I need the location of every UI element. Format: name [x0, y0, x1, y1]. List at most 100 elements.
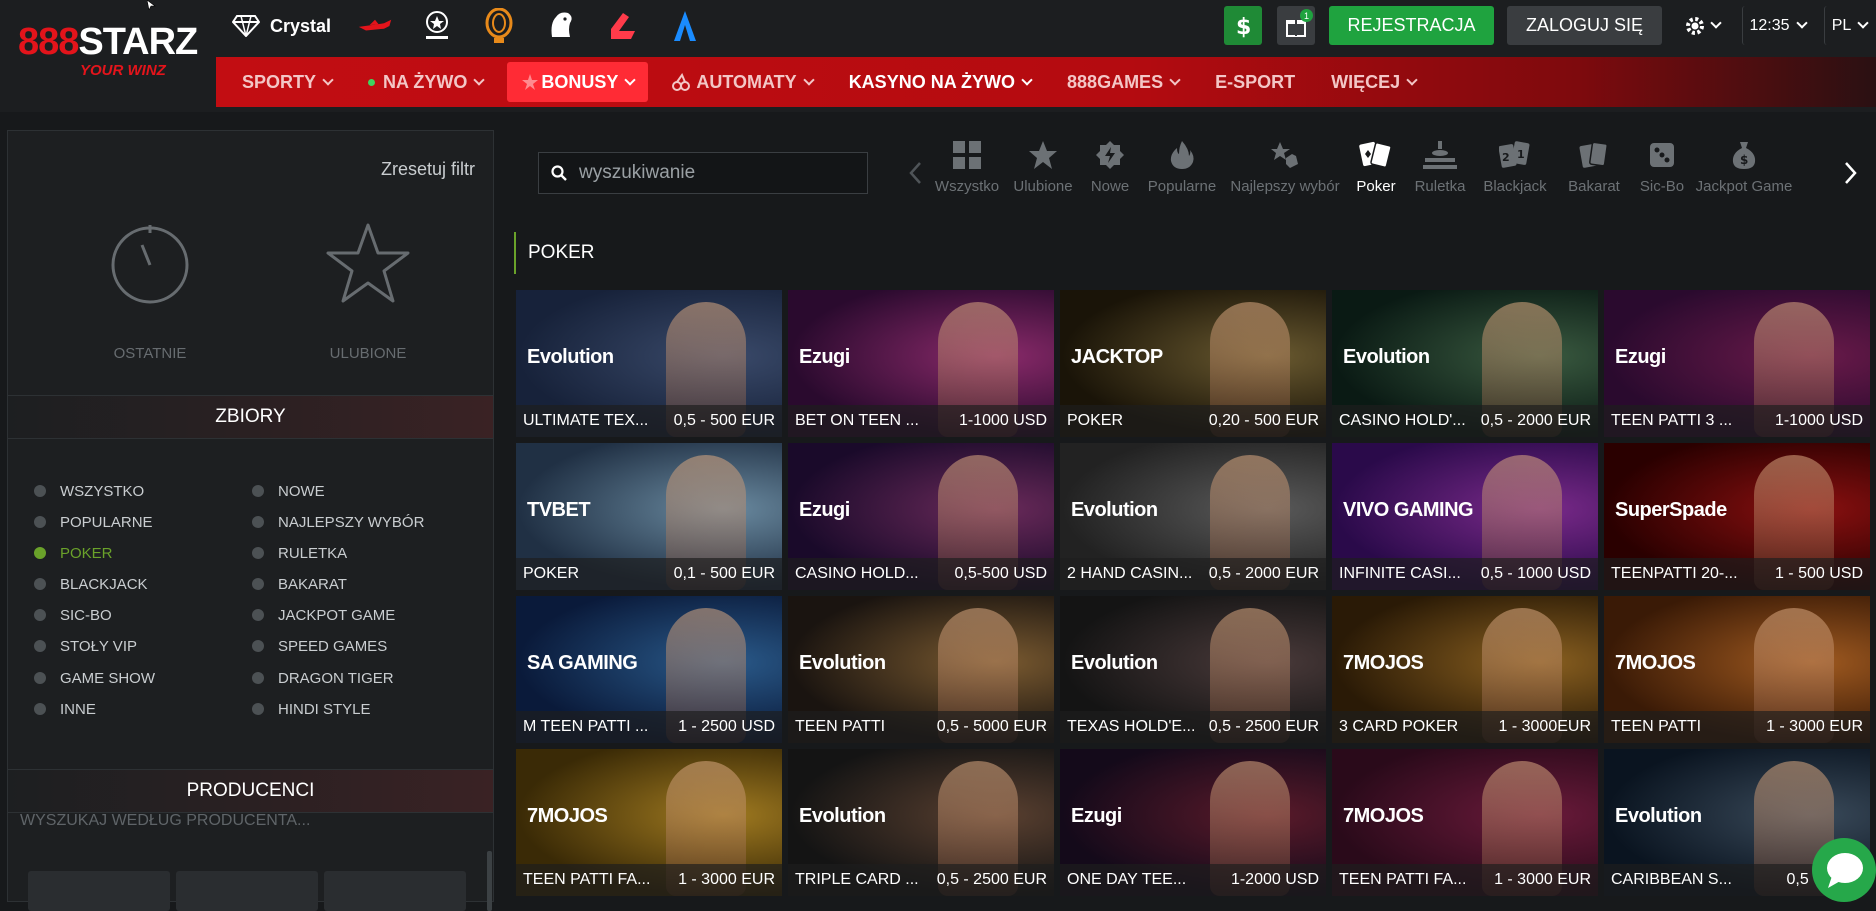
game-card[interactable]: TVBET POKER 0,1 - 500 EUR: [516, 443, 782, 590]
favorites-button[interactable]: ULUBIONE: [298, 221, 438, 362]
collection-item-wszystko[interactable]: WSZYSTKO: [34, 481, 144, 501]
category-bakarat[interactable]: Bakarat: [1556, 140, 1632, 210]
sidebar-scrollbar[interactable]: [487, 851, 492, 911]
game-card[interactable]: 7MOJOS 3 CARD POKER 1 - 3000EUR: [1332, 596, 1598, 743]
collection-label: POPULARNE: [60, 513, 153, 531]
game-card[interactable]: 7MOJOS TEEN PATTI 1 - 3000 EUR: [1604, 596, 1870, 743]
collection-item-nowe[interactable]: NOWE: [252, 481, 325, 501]
game-card[interactable]: Evolution TRIPLE CARD ... 0,5 - 2500 EUR: [788, 749, 1054, 896]
collection-label: BLACKJACK: [60, 575, 148, 593]
game-card[interactable]: JACKTOP POKER 0,20 - 500 EUR: [1060, 290, 1326, 437]
time-selector[interactable]: 12:35: [1742, 6, 1812, 45]
provider-logo: 7MOJOS: [527, 805, 608, 827]
provider-tile[interactable]: [176, 871, 318, 911]
game-stake: 0,20 - 500 EUR: [1208, 412, 1319, 429]
game-card[interactable]: Ezugi ONE DAY TEE... 1-2000 USD: [1060, 749, 1326, 896]
collection-item-sic-bo[interactable]: SIC-BO: [34, 605, 112, 625]
nav-bonusy[interactable]: BONUSY: [507, 62, 649, 102]
game-card[interactable]: SuperSpade TEENPATTI 20-... 1 - 500 USD: [1604, 443, 1870, 590]
collection-item-popularne[interactable]: POPULARNE: [34, 512, 153, 532]
aviator-plane-icon[interactable]: [357, 8, 393, 44]
collection-item-inne[interactable]: INNE: [34, 699, 96, 719]
chevron-down-icon: [624, 73, 637, 86]
collection-item-stoly-vip[interactable]: STOŁY VIP: [34, 636, 137, 656]
game-label-bar: POKER 0,20 - 500 EUR: [1060, 405, 1326, 437]
logo[interactable]: 888STARZ YOUR WINZ: [18, 22, 198, 82]
settings-button[interactable]: [1678, 6, 1726, 45]
nav-label: AUTOMATY: [696, 71, 797, 92]
category-nowe[interactable]: Nowe: [1080, 140, 1140, 210]
gift-button[interactable]: 1: [1277, 6, 1315, 45]
collection-item-jackpot-game[interactable]: JACKPOT GAME: [252, 605, 395, 625]
serie-a-icon[interactable]: [667, 8, 703, 44]
laliga-icon[interactable]: [605, 8, 641, 44]
provider-logo: Ezugi: [799, 346, 850, 368]
nav-na-zywo[interactable]: NA ŻYWO: [350, 62, 501, 102]
login-button[interactable]: ZALOGUJ SIĘ: [1507, 6, 1662, 45]
reset-filter-link[interactable]: Zresetuj filtr: [381, 159, 475, 180]
game-name: CARIBBEAN S...: [1611, 871, 1732, 888]
category-jackpot-game[interactable]: $ Jackpot Game: [1692, 140, 1796, 210]
game-card[interactable]: Ezugi TEEN PATTI 3 ... 1-1000 USD: [1604, 290, 1870, 437]
category-label: Wszystko: [934, 178, 1000, 195]
premier-league-icon[interactable]: [543, 8, 579, 44]
game-card[interactable]: VIVO GAMING INFINITE CASI... 0,5 - 1000 US…: [1332, 443, 1598, 590]
game-card[interactable]: 7MOJOS TEEN PATTI FA... 1 - 3000 EUR: [1332, 749, 1598, 896]
category-ulubione[interactable]: Ulubione: [1006, 140, 1080, 210]
category-poker[interactable]: Poker: [1346, 140, 1406, 210]
category-sic-bo[interactable]: Sic-Bo: [1632, 140, 1692, 210]
collection-item-hindi-style[interactable]: HINDI STYLE: [252, 699, 371, 719]
category-ruletka[interactable]: Ruletka: [1406, 140, 1474, 210]
nav-sporty[interactable]: SPORTY: [224, 62, 350, 102]
provider-tile[interactable]: [28, 871, 170, 911]
collection-item-najlepszy-wybor[interactable]: NAJLEPSZY WYBÓR: [252, 512, 424, 532]
radio-dot-icon: [252, 516, 264, 528]
main-nav: SPORTY NA ŻYWO BONUSY AUTOMATY KASYNO NA…: [216, 57, 1876, 107]
game-search-input[interactable]: wyszukiwanie: [538, 152, 868, 194]
nav-automaty[interactable]: AUTOMATY: [654, 62, 830, 102]
diamond-icon: [232, 15, 260, 37]
category-najlepszy-wybor[interactable]: Najlepszy wybór: [1224, 140, 1346, 210]
provider-tile[interactable]: [324, 871, 466, 911]
deposit-button[interactable]: $: [1224, 6, 1262, 45]
champions-league-icon[interactable]: [419, 8, 455, 44]
provider-logo: SuperSpade: [1615, 499, 1727, 521]
game-card[interactable]: Evolution 2 HAND CASIN... 0,5 - 2000 EUR: [1060, 443, 1326, 590]
register-button[interactable]: REJESTRACJA: [1329, 6, 1494, 45]
collection-item-dragon-tiger[interactable]: DRAGON TIGER: [252, 668, 394, 688]
category-blackjack[interactable]: 2 1 Blackjack: [1474, 140, 1556, 210]
collection-item-speed-games[interactable]: SPEED GAMES: [252, 636, 387, 656]
crystal-link[interactable]: Crystal: [232, 15, 331, 37]
game-name: POKER: [523, 565, 580, 582]
collection-label: BAKARAT: [278, 575, 347, 593]
nav-wiecej[interactable]: WIĘCEJ: [1313, 62, 1434, 102]
nav-e-sport[interactable]: E-SPORT: [1197, 62, 1313, 102]
category-label: Poker: [1356, 178, 1396, 195]
nav-kasyno-na-zywo[interactable]: KASYNO NA ŻYWO: [831, 62, 1049, 102]
game-card[interactable]: SA GAMING M TEEN PATTI ... 1 - 2500 USD: [516, 596, 782, 743]
europa-league-icon[interactable]: [481, 8, 517, 44]
nav-888games[interactable]: 888GAMES: [1049, 62, 1197, 102]
game-card[interactable]: Evolution TEEN PATTI 0,5 - 5000 EUR: [788, 596, 1054, 743]
recent-games-button[interactable]: OSTATNIE: [80, 221, 220, 362]
game-card[interactable]: 7MOJOS TEEN PATTI FA... 1 - 3000 EUR: [516, 749, 782, 896]
game-card[interactable]: Ezugi CASINO HOLD... 0,5-500 USD: [788, 443, 1054, 590]
collections-header: ZBIORY: [8, 395, 493, 439]
chat-button[interactable]: [1812, 838, 1876, 902]
provider-search-input[interactable]: WYSZUKAJ WEDŁUG PRODUCENTA...: [20, 812, 310, 830]
category-popularne[interactable]: Popularne: [1140, 140, 1224, 210]
category-label: Ruletka: [1414, 178, 1466, 195]
collection-item-poker[interactable]: POKER: [34, 543, 113, 563]
collection-item-ruletka[interactable]: RULETKA: [252, 543, 347, 563]
collection-item-blackjack[interactable]: BLACKJACK: [34, 574, 148, 594]
language-selector[interactable]: PL: [1824, 6, 1874, 45]
collection-item-game-show[interactable]: GAME SHOW: [34, 668, 155, 688]
game-card[interactable]: Evolution TEXAS HOLD'E... 0,5 - 2500 EUR: [1060, 596, 1326, 743]
chevron-right-icon[interactable]: [1840, 158, 1860, 188]
collection-item-bakarat[interactable]: BAKARAT: [252, 574, 347, 594]
chevron-left-icon[interactable]: [906, 158, 926, 188]
game-card[interactable]: Evolution ULTIMATE TEX... 0,5 - 500 EUR: [516, 290, 782, 437]
game-card[interactable]: Ezugi BET ON TEEN ... 1-1000 USD: [788, 290, 1054, 437]
category-wszystko[interactable]: Wszystko: [928, 140, 1006, 210]
game-card[interactable]: Evolution CASINO HOLD'... 0,5 - 2000 EUR: [1332, 290, 1598, 437]
